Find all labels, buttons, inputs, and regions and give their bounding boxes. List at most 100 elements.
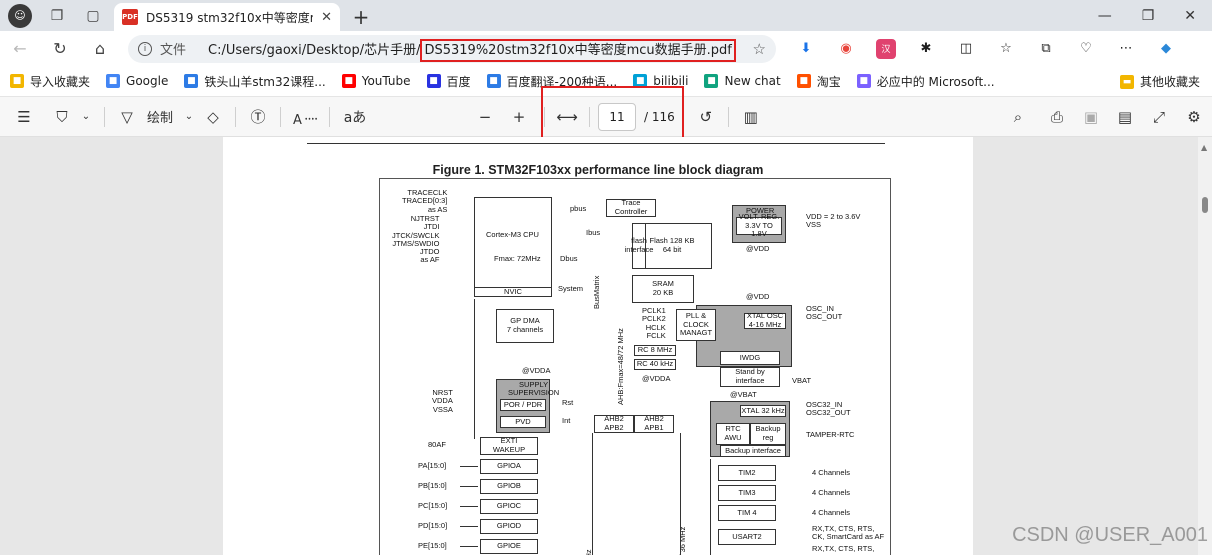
bookmark-item[interactable]: ■ 百度 (426, 73, 471, 90)
refresh-icon[interactable]: ↻ (40, 39, 80, 58)
favorites-icon[interactable]: ☆ (996, 39, 1016, 59)
connector-line (460, 506, 478, 507)
collections-icon[interactable]: ⧉ (1036, 39, 1056, 59)
gpiob-block: GPIOB (480, 479, 538, 494)
connector-line (460, 546, 478, 547)
chrome-extension-icon[interactable]: ◉ (836, 39, 856, 59)
eraser-icon[interactable]: ◇ (199, 97, 227, 137)
google-icon: ■ (106, 74, 121, 88)
pa-pins-label: PA[15:0] (418, 461, 447, 470)
pdf-viewer[interactable]: Figure 1. STM32F103xx performance line b… (0, 137, 1212, 555)
bookmark-item[interactable]: ■ bilibili (633, 74, 688, 88)
translate-extension-icon[interactable]: 汉 (876, 38, 896, 59)
more-menu-icon[interactable]: ⋯ (1116, 39, 1136, 59)
back-icon[interactable]: ← (0, 39, 40, 58)
xtal-32khz-block: XTAL 32 kHz (740, 405, 786, 417)
bookmark-label: 导入收藏夹 (30, 74, 91, 89)
fit-to-width-icon[interactable]: ⟷ (553, 97, 581, 137)
close-window-icon[interactable]: ✕ (1184, 8, 1196, 24)
draw-icon[interactable]: ▽ (113, 97, 141, 137)
bookmark-label: 百度 (446, 74, 471, 89)
save-as-icon[interactable]: ▤ (1108, 97, 1142, 137)
bookmark-item[interactable]: ■ 必应中的 Microsoft... (856, 73, 995, 90)
minimize-icon[interactable]: — (1098, 8, 1112, 24)
connector-line (460, 526, 478, 527)
tim3-block: TIM3 (718, 485, 776, 501)
immersive-reader-icon[interactable]: aあ (338, 97, 372, 137)
bookmark-item[interactable]: ■ 铁头山羊stm32课程... (184, 73, 326, 90)
rst-label: Rst (562, 398, 574, 407)
settings-gear-icon[interactable]: ⚙ (1176, 97, 1212, 137)
usart3-signals-label: RX,TX, CTS, RTS, (812, 544, 875, 553)
bookmark-item[interactable]: ■ 百度翻译-200种语... (486, 73, 617, 90)
workspaces-icon[interactable]: ❐ (46, 5, 68, 27)
pvd-block: PVD (500, 416, 546, 428)
translate-icon: ■ (486, 74, 501, 88)
extensions-icon[interactable]: ✱ (916, 39, 936, 59)
iwdg-block: IWDG (720, 351, 780, 365)
add-text-icon[interactable]: Ⓣ (244, 97, 272, 137)
bookmark-label: 淘宝 (816, 74, 841, 89)
jtag-pins-label: NJTRST JTDI JTCK/SWCLK JTMS/SWDIO JTDO a… (392, 214, 440, 265)
split-screen-icon[interactable]: ◫ (956, 39, 976, 59)
separator (104, 106, 105, 127)
bookmark-item[interactable]: ■ YouTube (341, 74, 411, 88)
download-icon[interactable]: ⬇ (796, 39, 816, 59)
int-label: Int (562, 416, 571, 425)
gpioc-block: GPIOC (480, 499, 538, 514)
active-tab[interactable]: PDF DS5319 stm32f10x中等密度mcu数据手册.pdf ✕ (114, 3, 340, 31)
sram-block: SRAM 20 KB (632, 275, 694, 303)
rotate-icon[interactable]: ↺ (692, 97, 720, 137)
info-icon[interactable]: i (138, 41, 152, 56)
vertical-scrollbar[interactable]: ▲ (1198, 137, 1212, 555)
pll-clock-block: PLL & CLOCK MANAGT (676, 309, 716, 341)
home-icon[interactable]: ⌂ (80, 39, 120, 58)
address-bar[interactable]: i 文件 C:/Users/gaoxi/Desktop/芯片手册/DS5319%… (128, 34, 776, 63)
close-tab-icon[interactable]: ✕ (321, 10, 332, 25)
scrollbar-thumb[interactable] (1202, 197, 1208, 213)
address-row: ← ↻ ⌂ i 文件 C:/Users/gaoxi/Desktop/芯片手册/D… (0, 31, 1212, 66)
highlight-dropdown-icon[interactable]: ⌄ (76, 97, 96, 137)
profile-avatar-icon[interactable]: ☺ (8, 3, 32, 28)
page-number-input[interactable]: 11 (598, 102, 636, 131)
page-rule (307, 143, 885, 144)
bookmark-label: 必应中的 Microsoft... (876, 74, 995, 89)
connector-line (592, 433, 593, 555)
bookmark-item[interactable]: ■ New chat (704, 74, 781, 88)
supply-supervision-label: SUPPLY SUPERVISION (508, 380, 560, 398)
other-favorites[interactable]: ▬ 其他收藏夹 (1119, 66, 1200, 97)
flash-interface-block: flash interface (625, 223, 653, 269)
url-text[interactable]: C:/Users/gaoxi/Desktop/芯片手册/DS5319%20stm… (208, 39, 736, 62)
bookmark-item[interactable]: ■ 导入收藏夹 (10, 73, 90, 90)
save-icon[interactable]: ▣ (1074, 97, 1108, 137)
table-of-contents-icon[interactable]: ☰ (0, 97, 48, 137)
draw-dropdown-icon[interactable]: ⌄ (179, 97, 199, 137)
favorite-star-icon[interactable]: ☆ (753, 40, 766, 58)
fullscreen-icon[interactable]: ⤢ (1142, 97, 1176, 137)
draw-label[interactable]: 绘制 (141, 97, 179, 137)
dbus-label: Dbus (560, 254, 578, 263)
browser-essentials-icon[interactable]: ♡ (1076, 39, 1096, 59)
ahb-apb1-bridge: AHB2 APB1 (634, 415, 674, 433)
bus-matrix-label: BusMatrix (592, 275, 601, 309)
new-tab-icon[interactable]: + (350, 3, 372, 31)
print-icon[interactable]: ⎙ (1040, 97, 1074, 137)
tab-actions-icon[interactable]: ▢ (82, 5, 104, 27)
restore-icon[interactable]: ❐ (1142, 8, 1155, 24)
block-diagram: TRACECLK TRACED[0:3] as AS NJTRST JTDI JT… (379, 178, 891, 555)
search-icon[interactable]: ⌕ (996, 97, 1040, 137)
read-aloud-icon[interactable]: A᠁ (289, 97, 321, 137)
url-prefix: C:/Users/gaoxi/Desktop/芯片手册/ (208, 43, 421, 58)
page-view-icon[interactable]: ▥ (737, 97, 765, 137)
highlight-icon[interactable]: ⛉ (48, 97, 76, 137)
scroll-up-arrow-icon[interactable]: ▲ (1201, 143, 1207, 152)
zoom-in-icon[interactable]: + (502, 97, 536, 137)
bookmark-label: New chat (724, 74, 781, 88)
zoom-out-icon[interactable]: − (468, 97, 502, 137)
copilot-icon[interactable]: ◆ (1156, 39, 1176, 59)
tim4-channels-label: 4 Channels (812, 508, 850, 517)
vdd-note-label: VDD = 2 to 3.6V VSS (806, 212, 861, 230)
bookmarks-bar: ■ 导入收藏夹 ■ Google ■ 铁头山羊stm32课程... ■ YouTube ■ 百度 ■… (0, 66, 1212, 97)
bookmark-item[interactable]: ■ 淘宝 (796, 73, 841, 90)
bookmark-item[interactable]: ■ Google (106, 74, 168, 88)
